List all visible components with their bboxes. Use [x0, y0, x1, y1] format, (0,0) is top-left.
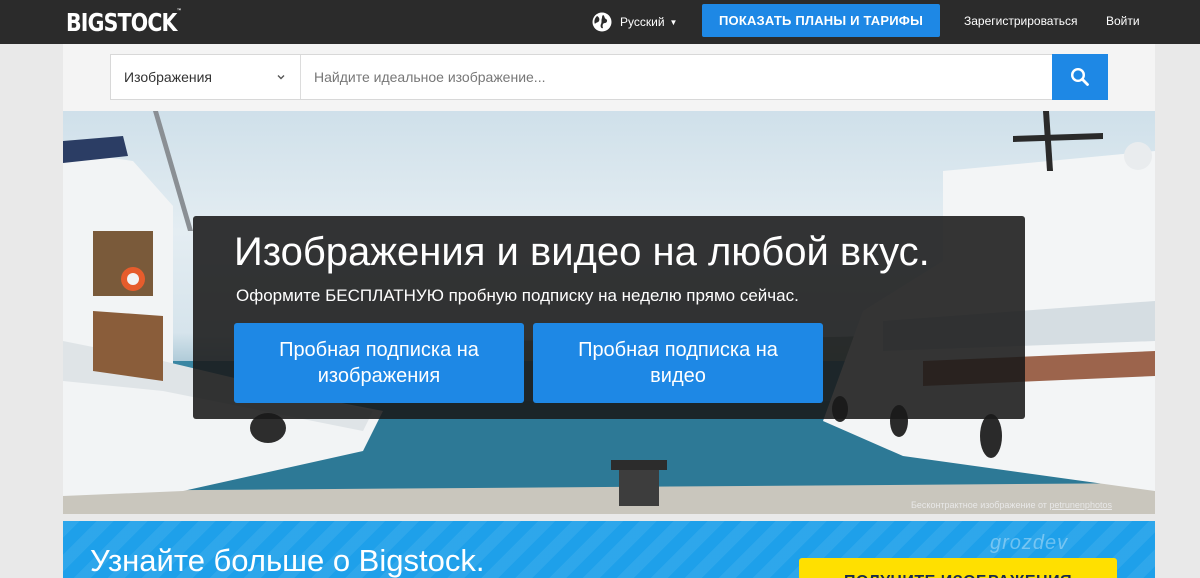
trial-images-label-line1: Пробная подписка на	[279, 339, 479, 361]
logo-trademark: ™	[176, 8, 182, 15]
login-link[interactable]: Войти	[1106, 14, 1140, 28]
trial-video-label-line2: видео	[650, 365, 706, 387]
watermark: grozdev	[990, 532, 1069, 554]
trial-images-label-line2: изображения	[317, 365, 441, 387]
search-button[interactable]	[1052, 54, 1108, 100]
search-type-label: Изображения	[124, 69, 212, 85]
search-input[interactable]	[301, 55, 1052, 99]
credit-text: Бесконтрактное изображение от	[911, 500, 1047, 510]
logo-text: BIGSTOCK	[66, 8, 177, 37]
promo-title: Узнайте больше о Bigstock.	[90, 543, 485, 578]
caret-down-icon: ▼	[669, 17, 678, 27]
search-bar: Изображения	[110, 54, 1108, 100]
hero-title: Изображения и видео на любой вкус.	[234, 230, 930, 274]
bigstock-logo[interactable]: BIGSTOCK™	[66, 8, 182, 37]
top-bar: BIGSTOCK™ Русский ▼ ПОКАЗАТЬ ПЛАНЫ И ТАР…	[0, 0, 1200, 44]
get-images-button[interactable]: ПОЛУЧИТЕ ИЗОБРАЖЕНИЯ	[799, 558, 1117, 578]
show-plans-button[interactable]: ПОКАЗАТЬ ПЛАНЫ И ТАРИФЫ	[702, 4, 940, 37]
globe-icon	[592, 12, 612, 32]
chevron-down-icon	[277, 75, 285, 80]
language-selector[interactable]: Русский ▼	[592, 12, 677, 32]
trial-video-button[interactable]: Пробная подписка на видео	[533, 323, 823, 403]
image-credit: Бесконтрактное изображение от petrunenph…	[911, 500, 1112, 510]
search-type-dropdown[interactable]: Изображения	[111, 55, 301, 99]
trial-images-button[interactable]: Пробная подписка на изображения	[234, 323, 524, 403]
hero-subtitle: Оформите БЕСПЛАТНУЮ пробную подписку на …	[236, 286, 799, 305]
credit-author-link[interactable]: petrunenphotos	[1049, 500, 1112, 510]
register-link[interactable]: Зарегистрироваться	[964, 14, 1077, 28]
language-label: Русский	[620, 15, 665, 29]
trial-video-label-line1: Пробная подписка на	[578, 339, 778, 361]
search-icon	[1070, 67, 1089, 86]
